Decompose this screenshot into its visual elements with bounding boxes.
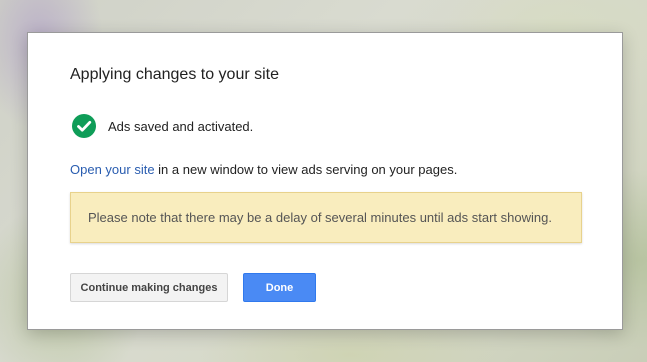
delay-notice: Please note that there may be a delay of… (70, 192, 582, 243)
continue-making-changes-button[interactable]: Continue making changes (70, 273, 228, 302)
notice-text: Please note that there may be a delay of… (88, 210, 552, 225)
status-message: Ads saved and activated. (108, 118, 254, 134)
apply-changes-dialog: Applying changes to your site Ads saved … (27, 32, 623, 330)
check-circle-icon (72, 114, 96, 138)
open-site-link[interactable]: Open your site (70, 162, 155, 177)
status-row: Ads saved and activated. (72, 114, 253, 138)
dialog-title: Applying changes to your site (70, 66, 280, 83)
done-button[interactable]: Done (243, 273, 316, 302)
info-text: in a new window to view ads serving on y… (154, 162, 458, 177)
info-line: Open your site in a new window to view a… (70, 162, 457, 177)
